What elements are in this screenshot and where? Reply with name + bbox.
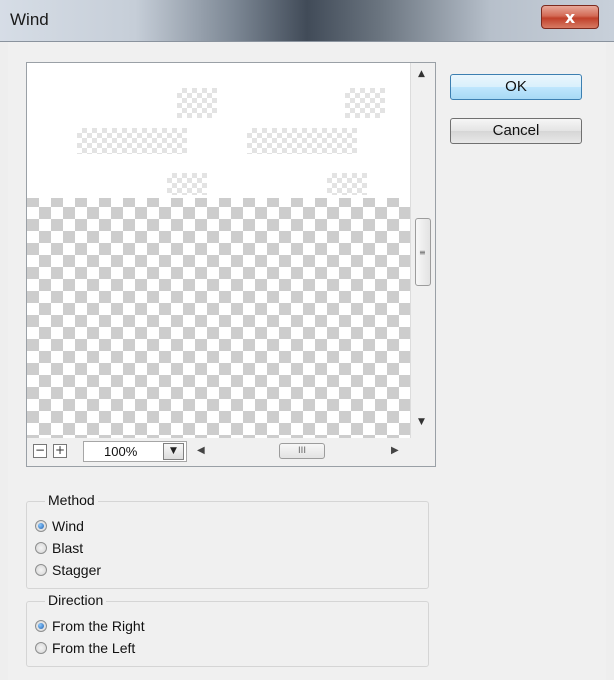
- radio-selected-icon[interactable]: [35, 620, 47, 632]
- zoom-bar: − + 100% ▼ ◀ III ▶: [27, 438, 435, 466]
- zoom-in-button[interactable]: +: [53, 444, 67, 458]
- horizontal-scroll-thumb[interactable]: III: [279, 443, 325, 459]
- method-label: Method: [45, 492, 98, 508]
- cancel-button[interactable]: Cancel: [450, 118, 582, 144]
- preview-ghost-shape: [247, 128, 357, 154]
- method-option-blast[interactable]: Blast: [35, 538, 83, 558]
- grip-icon: III: [298, 446, 306, 456]
- ok-button[interactable]: OK: [450, 74, 582, 100]
- method-group: Method Wind Blast Stagger: [26, 492, 429, 589]
- title-bar: Wind x: [0, 0, 614, 42]
- radio-icon[interactable]: [35, 542, 47, 554]
- radio-icon[interactable]: [35, 642, 47, 654]
- close-icon: x: [564, 7, 576, 27]
- radio-icon[interactable]: [35, 564, 47, 576]
- chevron-down-icon: ▼: [170, 446, 177, 456]
- method-option-label: Wind: [52, 518, 84, 534]
- dialog-body: ▲ ≡ ▼ − + 100% ▼ ◀ III ▶ OK Cancel Metho…: [8, 42, 606, 680]
- method-option-label: Stagger: [52, 562, 102, 578]
- method-option-wind[interactable]: Wind: [35, 516, 84, 536]
- direction-option-left[interactable]: From the Left: [35, 638, 135, 658]
- method-option-label: Blast: [52, 540, 84, 556]
- window-title: Wind: [10, 10, 49, 29]
- direction-group: Direction From the Right From the Left: [26, 592, 429, 667]
- grip-icon: ≡: [419, 248, 426, 257]
- vertical-scroll-thumb[interactable]: ≡: [415, 218, 431, 286]
- scroll-left-icon[interactable]: ◀: [197, 445, 205, 456]
- method-option-stagger[interactable]: Stagger: [35, 560, 101, 580]
- direction-label: Direction: [45, 592, 107, 608]
- preview-ghost-shape: [167, 173, 207, 195]
- preview-canvas[interactable]: [27, 63, 410, 438]
- direction-option-label: From the Right: [52, 618, 145, 634]
- close-button[interactable]: x: [541, 5, 599, 29]
- scroll-down-icon[interactable]: ▼: [418, 417, 425, 427]
- horizontal-scrollbar[interactable]: ◀ III ▶: [195, 441, 403, 462]
- vertical-scrollbar[interactable]: ▲ ≡ ▼: [410, 63, 435, 438]
- preview-ghost-shape: [345, 88, 385, 118]
- preview-ghost-shape: [327, 173, 367, 195]
- zoom-out-button[interactable]: −: [33, 444, 47, 458]
- preview-ghost-shape: [177, 88, 217, 118]
- scroll-right-icon[interactable]: ▶: [391, 445, 399, 456]
- zoom-dropdown-button[interactable]: ▼: [163, 443, 184, 460]
- radio-selected-icon[interactable]: [35, 520, 47, 532]
- preview-ghost-shape: [77, 128, 187, 154]
- direction-option-label: From the Left: [52, 640, 136, 656]
- direction-option-right[interactable]: From the Right: [35, 616, 145, 636]
- scroll-up-icon[interactable]: ▲: [418, 69, 425, 79]
- preview-panel: ▲ ≡ ▼ − + 100% ▼ ◀ III ▶: [26, 62, 436, 467]
